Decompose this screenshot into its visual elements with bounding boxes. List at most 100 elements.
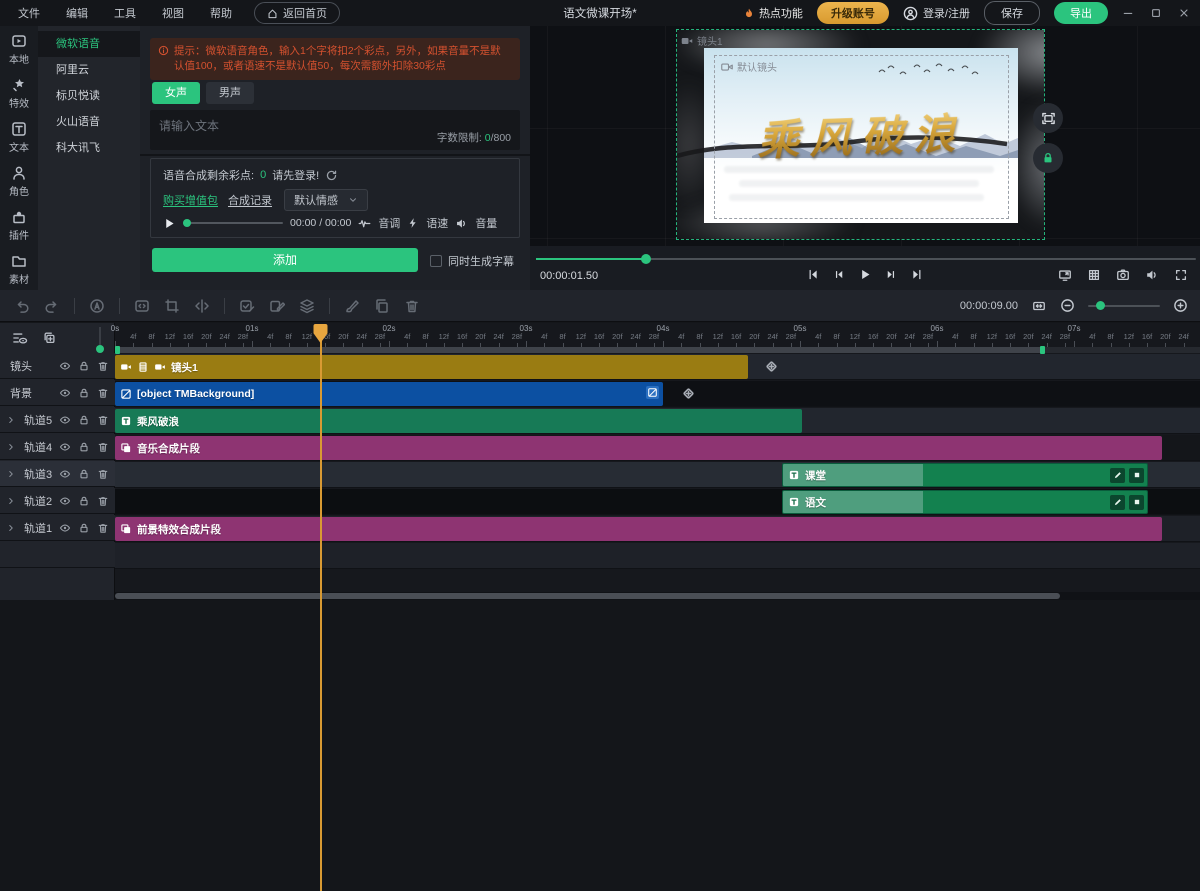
codeframe-icon[interactable]: [134, 298, 150, 314]
camera-shot-icon[interactable]: [1116, 268, 1130, 282]
crop-icon[interactable]: [164, 298, 180, 314]
chevron-right-icon[interactable]: [6, 415, 20, 425]
timeline-scrollbar-thumb[interactable]: [115, 593, 1060, 599]
minimize-icon[interactable]: [1122, 7, 1136, 19]
export-button[interactable]: 导出: [1054, 2, 1108, 24]
preview-seek-bar[interactable]: [536, 258, 1196, 260]
trash-icon[interactable]: [97, 414, 109, 426]
clip-[object TMBackground][interactable]: [object TMBackground]: [115, 382, 663, 406]
clip-乘风破浪[interactable]: 乘风破浪: [115, 409, 802, 433]
add-button[interactable]: 添加: [152, 248, 418, 272]
eye-icon[interactable]: [59, 441, 71, 453]
track-header-背景[interactable]: 背景: [0, 380, 115, 406]
eye-icon[interactable]: [59, 387, 71, 399]
sidebar-item-local[interactable]: 本地: [0, 28, 38, 70]
eye-icon[interactable]: [59, 522, 71, 534]
menu-文件[interactable]: 文件: [18, 5, 40, 21]
timeline-scrollbar[interactable]: [115, 592, 1200, 600]
timeline-overview-bar[interactable]: [115, 347, 1200, 353]
voice-source-阿里云[interactable]: 阿里云: [38, 57, 140, 83]
display-icon[interactable]: [1058, 268, 1072, 282]
login-button[interactable]: 登录/注册: [903, 5, 970, 21]
waveform-icon[interactable]: [358, 217, 371, 230]
clip-音乐合成片段[interactable]: 音乐合成片段: [115, 436, 1162, 460]
trash-icon[interactable]: [97, 468, 109, 480]
chevron-right-icon[interactable]: [6, 442, 20, 452]
subtitle-checkbox-group[interactable]: 同时生成字幕: [430, 253, 514, 269]
lock-icon[interactable]: [78, 441, 90, 453]
trash-icon[interactable]: [97, 360, 109, 372]
layers-icon[interactable]: [299, 298, 315, 314]
sidebar-item-assets[interactable]: 素材: [0, 248, 38, 290]
preview-play-button[interactable]: [163, 217, 176, 230]
close-icon[interactable]: [1178, 7, 1192, 19]
hot-features-button[interactable]: 热点功能: [743, 5, 803, 21]
track-height-slider[interactable]: [99, 327, 101, 347]
add-keyframe-button[interactable]: [680, 385, 697, 402]
lightning-icon[interactable]: [407, 217, 419, 229]
sidebar-item-effects[interactable]: 特效: [0, 72, 38, 114]
skip-end-icon[interactable]: [911, 268, 924, 281]
chevron-right-icon[interactable]: [6, 496, 20, 506]
attr-a-icon[interactable]: [89, 298, 105, 314]
fit-stage-button[interactable]: [1033, 103, 1063, 133]
maximize-icon[interactable]: [1150, 7, 1164, 19]
trash-icon[interactable]: [97, 441, 109, 453]
grid-icon[interactable]: [1087, 268, 1101, 282]
square-stop-button[interactable]: [1129, 495, 1144, 510]
eye-icon[interactable]: [59, 468, 71, 480]
flip-icon[interactable]: [194, 298, 210, 314]
track-header-轨道1[interactable]: 轨道1: [0, 515, 115, 541]
lock-icon[interactable]: [78, 387, 90, 399]
eye-icon[interactable]: [59, 414, 71, 426]
save-button[interactable]: 保存: [984, 1, 1040, 25]
track-header-镜头[interactable]: 镜头: [0, 353, 115, 379]
menu-工具[interactable]: 工具: [114, 5, 136, 21]
trash-icon[interactable]: [97, 522, 109, 534]
pen-button[interactable]: [1110, 468, 1125, 483]
skip-start-icon[interactable]: [807, 268, 820, 281]
sidebar-item-plugin[interactable]: 插件: [0, 204, 38, 246]
add-keyframe-button[interactable]: [763, 358, 780, 375]
home-button[interactable]: 返回首页: [254, 2, 340, 24]
clip-前景特效合成片段[interactable]: 前景特效合成片段: [115, 517, 1162, 541]
menu-编辑[interactable]: 编辑: [66, 5, 88, 21]
trash-icon[interactable]: [404, 298, 420, 314]
track-header-轨道3[interactable]: 轨道3: [0, 461, 115, 487]
zoom-in-icon[interactable]: [1173, 298, 1188, 313]
speed-label[interactable]: 语速: [426, 215, 448, 231]
eye-icon[interactable]: [59, 495, 71, 507]
track-header-轨道5[interactable]: 轨道5: [0, 407, 115, 433]
menu-视图[interactable]: 视图: [162, 5, 184, 21]
redo-icon[interactable]: [44, 298, 60, 314]
lock-icon[interactable]: [78, 468, 90, 480]
clip-语文[interactable]: 语文: [782, 490, 1148, 514]
upgrade-button[interactable]: 升级账号: [817, 2, 889, 24]
paint-icon[interactable]: [344, 298, 360, 314]
overview-range-handle[interactable]: [115, 346, 120, 354]
trash-icon[interactable]: [97, 387, 109, 399]
track-list-icon[interactable]: [12, 331, 28, 345]
play-icon[interactable]: [859, 268, 872, 281]
voice-source-标贝悦读[interactable]: 标贝悦读: [38, 83, 140, 109]
lock-icon[interactable]: [78, 495, 90, 507]
pitch-label[interactable]: 音调: [378, 215, 400, 231]
track-header-轨道2[interactable]: 轨道2: [0, 488, 115, 514]
subtitle-checkbox[interactable]: [430, 255, 442, 267]
preview-workspace[interactable]: 乘风破浪 默认镜头 镜头1: [530, 26, 1200, 246]
volume-label[interactable]: 音量: [475, 215, 497, 231]
voice-source-火山语音[interactable]: 火山语音: [38, 109, 140, 135]
stage-selection[interactable]: 乘风破浪 默认镜头 镜头1: [676, 29, 1045, 240]
sidebar-item-text[interactable]: 文本: [0, 116, 38, 158]
copy-icon[interactable]: [374, 298, 390, 314]
tts-text-input[interactable]: 请输入文本 字数限制: 0/800: [150, 110, 520, 150]
checkedit-icon[interactable]: [239, 298, 255, 314]
clip-课堂[interactable]: 课堂: [782, 463, 1148, 487]
tts-seek-slider[interactable]: [183, 222, 283, 224]
track-height-slider-dot[interactable]: [96, 345, 104, 353]
frame-forward-icon[interactable]: [885, 268, 898, 281]
chevron-right-icon[interactable]: [6, 469, 20, 479]
timeline-zoom-slider[interactable]: [1088, 305, 1160, 307]
duplicate-track-icon[interactable]: [42, 331, 57, 345]
clip-镜头1[interactable]: 镜头1: [115, 355, 748, 379]
